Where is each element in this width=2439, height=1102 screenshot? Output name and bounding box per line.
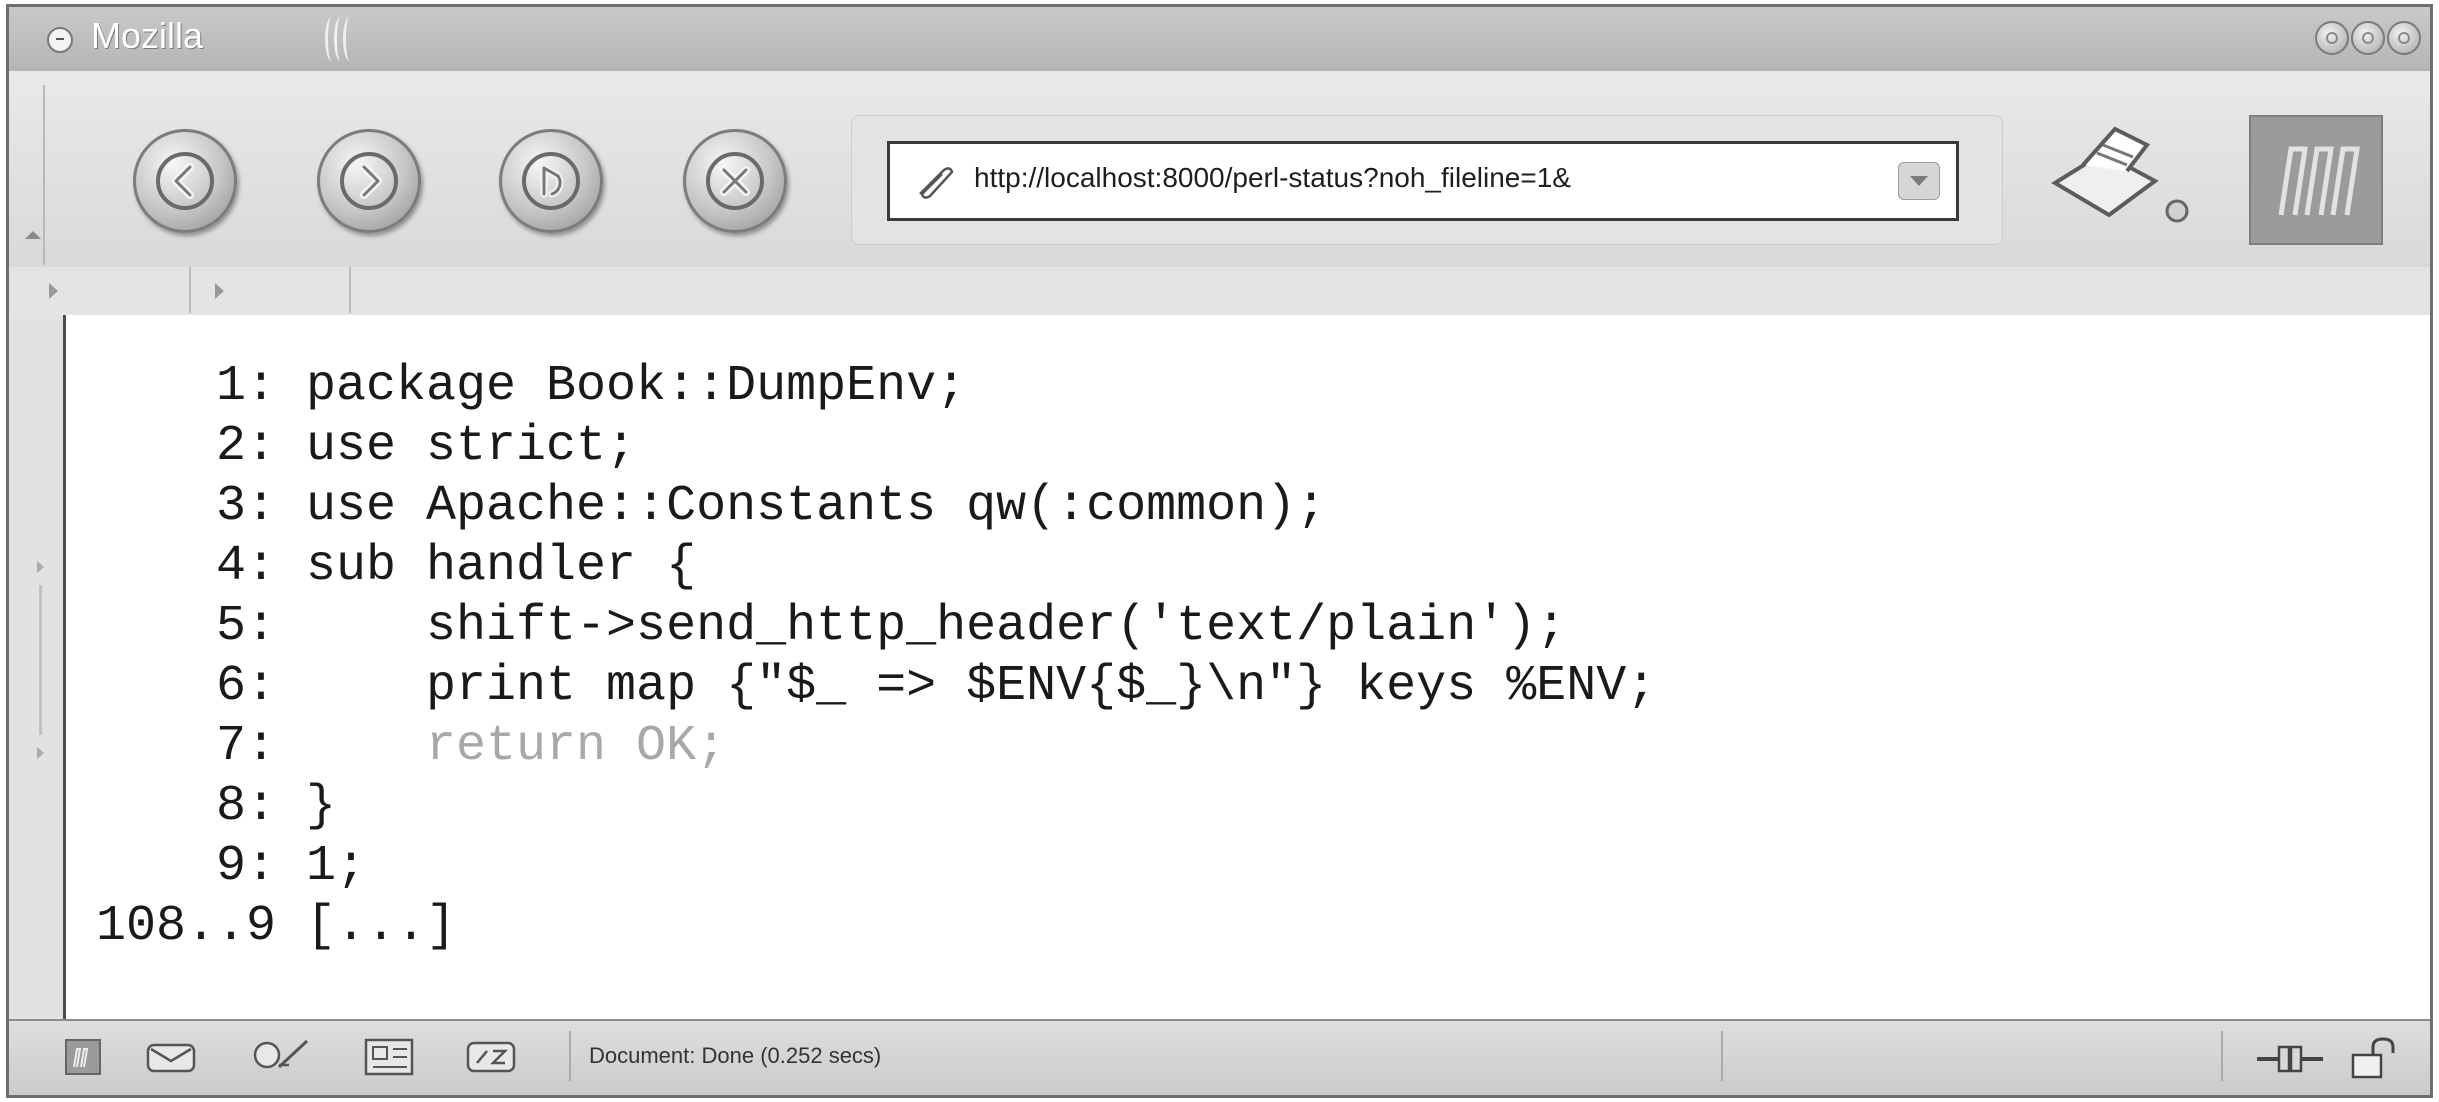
page-content: 1: package Book::DumpEnv; 2: use strict; 3… xyxy=(66,315,2430,1021)
sidebar-grip-arrow xyxy=(37,561,44,573)
chat-icon[interactable] xyxy=(465,1037,519,1077)
reload-button[interactable] xyxy=(499,129,603,233)
composer-icon[interactable] xyxy=(249,1037,311,1077)
toolbar-separator-2 xyxy=(349,267,351,313)
line-source: print map {"$_ => $ENV{$_}\n"} keys %ENV… xyxy=(276,658,1657,715)
toolbar-separator xyxy=(189,267,191,313)
padlock-icon[interactable] xyxy=(2349,1037,2405,1081)
status-bar: Document: Done (0.252 secs) xyxy=(9,1019,2430,1095)
url-history-dropdown[interactable] xyxy=(1898,162,1940,200)
line-source: 1; xyxy=(276,838,367,895)
line-number: 1: xyxy=(215,358,276,415)
stop-icon xyxy=(706,152,764,210)
status-panel: Document: Done (0.252 secs) xyxy=(569,1031,1723,1081)
code-line: 5: shift->send_http_header('text/plain')… xyxy=(66,597,1656,657)
line-number: 3: xyxy=(215,478,276,535)
reload-icon xyxy=(522,152,580,210)
navigation-toolbar: http://localhost:8000/perl-status?noh_fi… xyxy=(9,71,2430,269)
address-book-icon[interactable] xyxy=(363,1037,417,1077)
line-source: use Apache::Constants qw(:common); xyxy=(276,478,1327,535)
code-line: 4: sub handler { xyxy=(66,537,1656,597)
close-button[interactable] xyxy=(2387,21,2421,55)
back-arrow-icon xyxy=(156,152,214,210)
line-number: 6: xyxy=(215,658,276,715)
code-line: 2: use strict; xyxy=(66,417,1656,477)
url-input[interactable]: http://localhost:8000/perl-status?noh_fi… xyxy=(974,162,1884,194)
code-line: 108..9 [...] xyxy=(66,897,1656,957)
code-line: 6: print map {"$_ => $ENV{$_}\n"} keys %… xyxy=(66,657,1656,717)
stop-button[interactable] xyxy=(683,129,787,233)
code-line: 9: 1; xyxy=(66,837,1656,897)
url-bar[interactable]: http://localhost:8000/perl-status?noh_fi… xyxy=(887,141,1959,221)
online-status-icon[interactable] xyxy=(2255,1037,2325,1077)
mozilla-m-logo xyxy=(2278,146,2360,216)
line-number: 8: xyxy=(215,778,276,835)
toolbar-expand-grip-2[interactable] xyxy=(215,283,224,299)
progress-panel xyxy=(1721,1031,2223,1081)
line-source: } xyxy=(276,778,337,835)
line-source: shift->send_http_header('text/plain'); xyxy=(276,598,1567,655)
back-button[interactable] xyxy=(133,129,237,233)
print-icon[interactable] xyxy=(2043,119,2193,239)
line-number: 2: xyxy=(215,418,276,475)
window-menu-icon[interactable] xyxy=(47,27,73,53)
page-proxy-icon[interactable] xyxy=(914,164,954,200)
line-source: sub handler { xyxy=(276,538,697,595)
mail-icon[interactable] xyxy=(145,1037,199,1077)
browser-window: Mozilla http://localhost:8000/perl-statu… xyxy=(6,4,2433,1098)
personal-toolbar xyxy=(9,267,2430,317)
maximize-button[interactable] xyxy=(2351,21,2385,55)
code-line: 8: } xyxy=(66,777,1656,837)
minimize-button[interactable] xyxy=(2315,21,2349,55)
sidebar-grip-arrow-2 xyxy=(37,747,44,759)
title-bar[interactable]: Mozilla xyxy=(9,7,2430,73)
line-number: 108..9 xyxy=(95,898,276,955)
source-listing: 1: package Book::DumpEnv; 2: use strict; 3… xyxy=(66,357,1656,957)
line-source: package Book::DumpEnv; xyxy=(276,358,967,415)
mozilla-throbber[interactable] xyxy=(2249,115,2383,245)
title-grip-decoration xyxy=(325,17,355,61)
sidebar-grip[interactable] xyxy=(9,315,66,1021)
line-source: return OK; xyxy=(276,718,727,775)
toolbar-expand-grip[interactable] xyxy=(49,283,58,299)
line-number: 7: xyxy=(215,718,276,775)
status-text: Document: Done (0.252 secs) xyxy=(589,1043,882,1068)
line-source: [...] xyxy=(276,898,457,955)
forward-arrow-icon xyxy=(340,152,398,210)
forward-button[interactable] xyxy=(317,129,421,233)
code-line: 1: package Book::DumpEnv; xyxy=(66,357,1656,417)
toolbar-collapse-grip[interactable] xyxy=(23,85,45,265)
navigator-icon[interactable] xyxy=(63,1037,103,1077)
sidebar-grip-line xyxy=(39,585,42,735)
window-title: Mozilla xyxy=(91,15,204,56)
line-number: 5: xyxy=(215,598,276,655)
line-source: use strict; xyxy=(276,418,637,475)
line-number: 4: xyxy=(215,538,276,595)
code-line: 3: use Apache::Constants qw(:common); xyxy=(66,477,1656,537)
line-number: 9: xyxy=(215,838,276,895)
code-line: 7: return OK; xyxy=(66,717,1656,777)
